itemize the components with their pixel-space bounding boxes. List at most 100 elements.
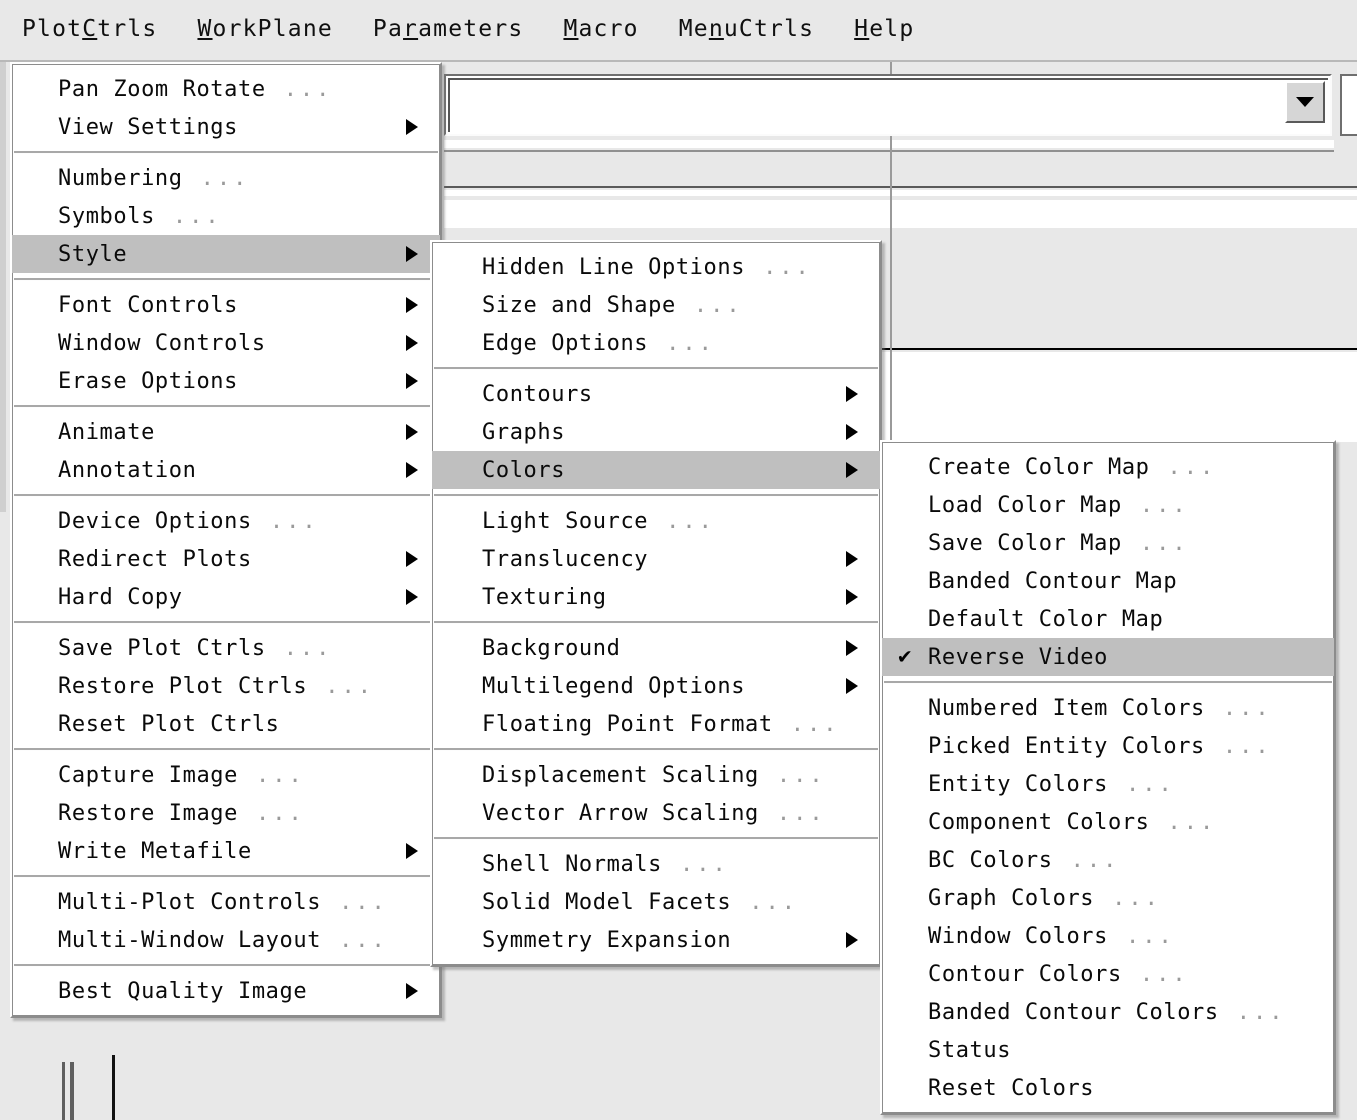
menu-item-ellipsis: ...: [256, 800, 305, 826]
menu-item-label: Reverse Video: [928, 644, 1108, 670]
menubar-item-plotctrls[interactable]: PlotCtrls: [22, 16, 157, 42]
menu-item-hard-copy[interactable]: Hard Copy: [12, 578, 440, 616]
menu-item-label: Numbered Item Colors: [928, 695, 1205, 721]
menubar-item-macro[interactable]: Macro: [563, 16, 638, 42]
menu-item-write-metafile[interactable]: Write Metafile: [12, 832, 440, 870]
menu-item-save-plot-ctrls[interactable]: Save Plot Ctrls...: [12, 629, 440, 667]
menu-item-translucency[interactable]: Translucency: [432, 540, 880, 578]
chevron-right-icon: [406, 843, 418, 859]
menu-item-multi-window-layout[interactable]: Multi-Window Layout...: [12, 921, 440, 959]
menu-item-restore-plot-ctrls[interactable]: Restore Plot Ctrls...: [12, 667, 440, 705]
menu-item-banded-contour-colors[interactable]: Banded Contour Colors...: [882, 993, 1334, 1031]
menu-item-animate[interactable]: Animate: [12, 413, 440, 451]
menu-list-style: Hidden Line Options... Size and Shape... E…: [432, 242, 880, 965]
chevron-right-icon: [846, 640, 858, 656]
menu-item-label: Edge Options: [482, 330, 649, 356]
menu-item-reverse-video[interactable]: ✔ Reverse Video: [882, 638, 1334, 676]
menu-item-device-options[interactable]: Device Options...: [12, 502, 440, 540]
menu-item-label: Banded Contour Colors: [928, 999, 1219, 1025]
menu-item-ellipsis: ...: [1126, 923, 1175, 949]
menu-item-label: Contours: [482, 381, 593, 407]
menu-item-ellipsis: ...: [1222, 733, 1272, 759]
menu-item-component-colors[interactable]: Component Colors...: [882, 803, 1334, 841]
menu-item-floating-point-format[interactable]: Floating Point Format...: [432, 705, 880, 743]
menu-separator: [14, 621, 438, 624]
menu-item-hidden-line-options[interactable]: Hidden Line Options...: [432, 248, 880, 286]
menu-item-displacement-scaling[interactable]: Displacement Scaling...: [432, 756, 880, 794]
menubar-item-menuctrls[interactable]: MenuCtrls: [679, 16, 814, 42]
menu-item-ellipsis: ...: [693, 292, 743, 318]
menu-item-picked-entity-colors[interactable]: Picked Entity Colors...: [882, 727, 1334, 765]
chevron-right-icon: [846, 589, 858, 605]
menu-item-symmetry-expansion[interactable]: Symmetry Expansion: [432, 921, 880, 959]
chevron-right-icon: [846, 424, 858, 440]
menu-item-status[interactable]: Status: [882, 1031, 1334, 1069]
menu-item-save-color-map[interactable]: Save Color Map...: [882, 524, 1334, 562]
menu-item-banded-contour-map[interactable]: Banded Contour Map: [882, 562, 1334, 600]
menu-item-entity-colors[interactable]: Entity Colors...: [882, 765, 1334, 803]
menu-item-window-controls[interactable]: Window Controls: [12, 324, 440, 362]
menu-item-light-source[interactable]: Light Source...: [432, 502, 880, 540]
menu-item-numbering[interactable]: Numbering...: [12, 159, 440, 197]
menu-item-contours[interactable]: Contours: [432, 375, 880, 413]
combobox-dropdown-button[interactable]: [1285, 81, 1325, 123]
menu-item-label: Best Quality Image: [58, 978, 308, 1004]
menu-item-label: Capture Image: [58, 762, 238, 788]
menu-item-window-colors[interactable]: Window Colors...: [882, 917, 1334, 955]
menu-item-texturing[interactable]: Texturing: [432, 578, 880, 616]
menu-item-default-color-map[interactable]: Default Color Map: [882, 600, 1334, 638]
menu-item-symbols[interactable]: Symbols...: [12, 197, 440, 235]
menu-item-shell-normals[interactable]: Shell Normals...: [432, 845, 880, 883]
menu-item-capture-image[interactable]: Capture Image...: [12, 756, 440, 794]
popup-menu-plotctrls[interactable]: Pan Zoom Rotate... View Settings Numbering…: [10, 62, 442, 1018]
menu-item-bc-colors[interactable]: BC Colors...: [882, 841, 1334, 879]
menu-item-erase-options[interactable]: Erase Options: [12, 362, 440, 400]
menu-item-contour-colors[interactable]: Contour Colors...: [882, 955, 1334, 993]
menu-item-size-and-shape[interactable]: Size and Shape...: [432, 286, 880, 324]
menu-item-label: Solid Model Facets: [482, 889, 732, 915]
menubar-item-help[interactable]: Help: [854, 16, 914, 42]
menu-item-label: Contour Colors: [928, 961, 1122, 987]
combobox-field: [448, 78, 1328, 132]
menu-item-multilegend-options[interactable]: Multilegend Options: [432, 667, 880, 705]
menu-item-redirect-plots[interactable]: Redirect Plots: [12, 540, 440, 578]
menu-item-annotation[interactable]: Annotation: [12, 451, 440, 489]
menu-item-label: Multilegend Options: [482, 673, 746, 699]
menu-item-view-settings[interactable]: View Settings: [12, 108, 440, 146]
menu-item-solid-model-facets[interactable]: Solid Model Facets...: [432, 883, 880, 921]
menu-item-ellipsis: ...: [1167, 809, 1217, 835]
menu-item-edge-options[interactable]: Edge Options...: [432, 324, 880, 362]
menu-item-best-quality-image[interactable]: Best Quality Image: [12, 972, 440, 1010]
menu-item-label: Reset Colors: [928, 1075, 1095, 1101]
background-line-a: [62, 1062, 65, 1120]
menu-item-restore-image[interactable]: Restore Image...: [12, 794, 440, 832]
popup-menu-style[interactable]: Hidden Line Options... Size and Shape... E…: [430, 240, 882, 967]
menu-item-ellipsis: ...: [1222, 695, 1272, 721]
menu-item-font-controls[interactable]: Font Controls: [12, 286, 440, 324]
menu-item-label: Entity Colors: [928, 771, 1108, 797]
menu-bar-items: PlotCtrls WorkPlane Parameters Macro MenuCtr…: [0, 0, 1357, 58]
menu-item-graph-colors[interactable]: Graph Colors...: [882, 879, 1334, 917]
menu-separator: [14, 278, 438, 281]
menu-item-background[interactable]: Background: [432, 629, 880, 667]
menu-item-label: Annotation: [58, 457, 197, 483]
chevron-right-icon: [846, 678, 858, 694]
menu-item-vector-arrow-scaling[interactable]: Vector Arrow Scaling...: [432, 794, 880, 832]
menu-item-ellipsis: ...: [200, 165, 250, 191]
menu-separator: [14, 405, 438, 408]
menubar-item-parameters[interactable]: Parameters: [373, 16, 524, 42]
popup-menu-colors[interactable]: Create Color Map... Load Color Map... Save…: [880, 440, 1336, 1115]
menu-item-graphs[interactable]: Graphs: [432, 413, 880, 451]
menubar-item-workplane[interactable]: WorkPlane: [197, 16, 332, 42]
menu-item-reset-colors[interactable]: Reset Colors: [882, 1069, 1334, 1107]
menu-item-style[interactable]: Style: [12, 235, 440, 273]
menu-item-colors[interactable]: Colors: [432, 451, 880, 489]
menu-item-multi-plot-controls[interactable]: Multi-Plot Controls...: [12, 883, 440, 921]
menu-item-create-color-map[interactable]: Create Color Map...: [882, 448, 1334, 486]
menu-item-reset-plot-ctrls[interactable]: Reset Plot Ctrls: [12, 705, 440, 743]
menu-item-numbered-item-colors[interactable]: Numbered Item Colors...: [882, 689, 1334, 727]
background-combobox[interactable]: [444, 74, 1332, 136]
menu-separator: [14, 964, 438, 967]
menu-item-load-color-map[interactable]: Load Color Map...: [882, 486, 1334, 524]
menu-item-pan-zoom-rotate[interactable]: Pan Zoom Rotate...: [12, 70, 440, 108]
